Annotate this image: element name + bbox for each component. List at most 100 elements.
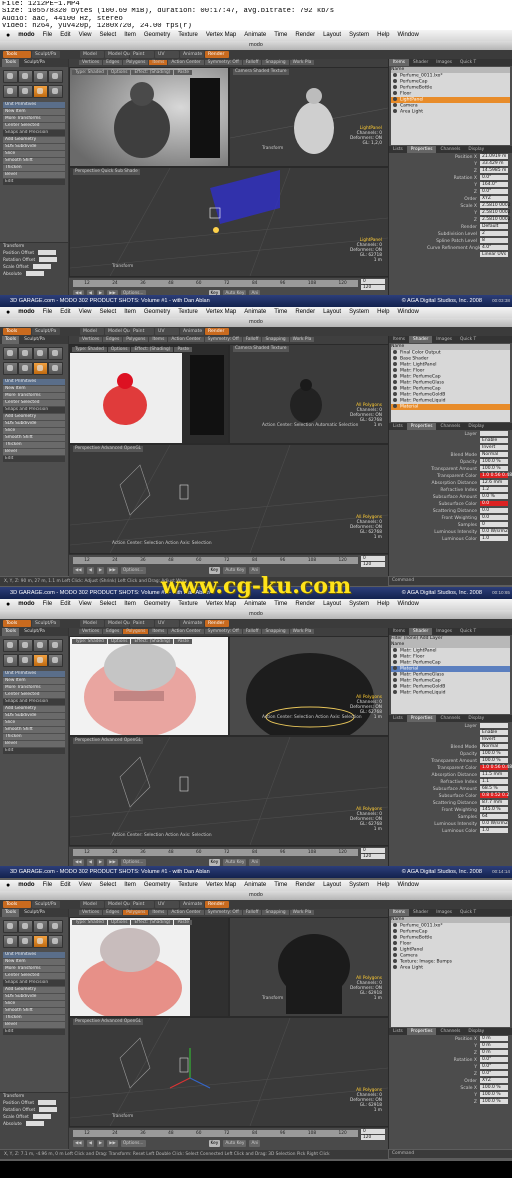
mode-tab[interactable]: Model — [80, 328, 104, 335]
menu-item[interactable]: System — [349, 30, 369, 41]
properties-tab[interactable]: Display — [464, 146, 488, 153]
menu-item[interactable]: Geometry — [144, 599, 170, 610]
primitive-tool-icon[interactable] — [18, 362, 33, 375]
visibility-eye-icon[interactable] — [393, 941, 397, 945]
visibility-eye-icon[interactable] — [393, 678, 397, 682]
mode-tab[interactable]: Model Quad — [105, 901, 136, 908]
menu-item[interactable]: Time — [274, 599, 287, 610]
menu-item[interactable]: Help — [377, 599, 389, 610]
visibility-eye-icon[interactable] — [393, 398, 397, 402]
option-dropdown[interactable]: Work Pla — [289, 337, 315, 342]
menu-item[interactable]: Texture — [178, 30, 198, 41]
visibility-eye-icon[interactable] — [393, 368, 397, 372]
tool-button[interactable]: Thicken — [3, 442, 65, 448]
property-value-field[interactable]: 64 — [480, 814, 508, 819]
primitive-tool-icon[interactable] — [33, 362, 48, 375]
panel-tab[interactable]: Shader — [409, 336, 433, 343]
menu-item[interactable]: Layout — [323, 307, 341, 318]
option-dropdown[interactable]: Symmetry: Off — [204, 910, 242, 915]
preview-tab[interactable]: Effect: (Shading) — [131, 347, 174, 352]
visibility-eye-icon[interactable] — [393, 380, 397, 384]
menu-item[interactable]: View — [79, 599, 92, 610]
mode-tab[interactable]: Paint — [130, 620, 154, 627]
preview-tab[interactable]: Type: Shaded — [72, 70, 107, 75]
properties-tab[interactable]: Channels — [436, 146, 464, 153]
menu-item[interactable]: Render — [295, 307, 315, 318]
visibility-eye-icon[interactable] — [393, 103, 397, 107]
visibility-eye-icon[interactable] — [393, 959, 397, 963]
toolbar-tab[interactable]: Sculpt/Pa — [32, 901, 60, 908]
property-value-field[interactable]: Normal — [480, 744, 508, 749]
tool-button[interactable]: Bevel — [3, 741, 65, 747]
tool-button[interactable]: Add Geometry — [3, 987, 65, 993]
selection-mode-button[interactable]: Polygons — [123, 910, 149, 915]
properties-tab[interactable]: Channels — [436, 715, 464, 722]
option-dropdown[interactable]: Falloff — [242, 910, 262, 915]
tool-button[interactable]: Snaps and Precision — [3, 980, 65, 986]
mode-tab[interactable]: Model — [80, 901, 104, 908]
tool-button[interactable]: Thicken — [3, 165, 65, 171]
property-value-field[interactable]: 2 — [480, 231, 508, 236]
option-dropdown[interactable]: Action Center — [168, 629, 204, 634]
menu-item[interactable]: Item — [124, 880, 136, 891]
tool-button[interactable]: New Item — [3, 386, 65, 392]
timeline-track[interactable]: 12 24 36 48 60 72 84 96 108 120 — [73, 1130, 358, 1137]
tool-button[interactable]: Edit — [3, 748, 65, 754]
property-value-field[interactable]: 0.0° — [480, 175, 508, 180]
menu-item[interactable]: Window — [397, 599, 418, 610]
playback-button-icon[interactable]: ◀◀ — [73, 1139, 84, 1147]
visibility-eye-icon[interactable] — [393, 654, 397, 658]
property-value-field[interactable]: 0.0 % — [480, 494, 508, 499]
primitive-tool-icon[interactable] — [3, 654, 18, 667]
option-dropdown[interactable]: Work Pla — [289, 629, 315, 634]
property-value-field[interactable] — [480, 723, 508, 728]
preview-tab[interactable]: Type: Shaded — [72, 920, 107, 925]
mode-tab[interactable]: Paint — [130, 51, 154, 58]
preview-tab[interactable]: Effect: (Shading) — [131, 920, 174, 925]
tool-tab[interactable]: Tools — [2, 59, 20, 67]
render-preview-viewport[interactable]: Type: Shaded Options Effect: (Shading) Past… — [69, 636, 229, 736]
property-value-field[interactable]: 164.0° — [480, 182, 508, 187]
playback-button-icon[interactable]: ◀ — [86, 858, 94, 866]
primitive-tool-icon[interactable] — [48, 70, 63, 83]
property-value-field[interactable]: 0.0 — [480, 501, 508, 506]
mode-tab[interactable]: Animate — [180, 51, 204, 58]
option-dropdown[interactable]: Work Pla — [289, 910, 315, 915]
property-value-field[interactable]: 1.1 — [480, 779, 508, 784]
property-value-field[interactable]: 100.0 % — [480, 758, 508, 763]
subpanel-value-field[interactable] — [32, 1114, 51, 1119]
property-value-field[interactable]: Normal — [480, 452, 508, 457]
property-value-field[interactable]: Enable — [480, 730, 508, 735]
preview-tab[interactable]: Effect: (Shading) — [131, 70, 174, 75]
property-value-field[interactable]: 0.8 0.52 0.2 — [480, 793, 509, 798]
tool-button[interactable]: Snaps and Precision — [3, 130, 65, 136]
properties-tab[interactable]: Channels — [436, 1028, 464, 1035]
panel-tab[interactable]: Images — [432, 628, 456, 635]
property-value-field[interactable]: 0.0 W/srm2 — [480, 821, 508, 826]
tool-button[interactable]: Bevel — [3, 172, 65, 178]
selection-mode-button[interactable]: Vertices — [79, 60, 103, 65]
panel-tab[interactable]: Images — [432, 909, 456, 916]
visibility-eye-icon[interactable] — [393, 73, 397, 77]
menu-item[interactable]: Render — [295, 599, 315, 610]
visibility-eye-icon[interactable] — [393, 85, 397, 89]
menu-item[interactable]: Layout — [323, 599, 341, 610]
menu-item[interactable]: Time — [274, 307, 287, 318]
menu-item[interactable]: Texture — [178, 880, 198, 891]
tool-button[interactable]: Add Geometry — [3, 414, 65, 420]
tool-button[interactable]: More Transforms — [3, 966, 65, 972]
tool-tab[interactable]: Tools — [2, 628, 20, 636]
option-dropdown[interactable]: Falloff — [242, 60, 262, 65]
menu-item[interactable]: Layout — [323, 30, 341, 41]
menu-item[interactable]: Help — [377, 30, 389, 41]
panel-tab[interactable]: Quick T — [456, 336, 480, 343]
property-value-field[interactable]: Linear UVs — [480, 252, 508, 257]
tool-button[interactable]: Add Geometry — [3, 706, 65, 712]
properties-tab[interactable]: Properties — [406, 715, 437, 722]
menu-item[interactable]: Help — [377, 880, 389, 891]
property-value-field[interactable]: Default — [480, 224, 508, 229]
render-preview-viewport[interactable]: Type: Shaded Options Effect: (Shading) Past… — [69, 917, 229, 1017]
timeline-range-value[interactable]: 0 — [361, 1129, 385, 1134]
timeline-button[interactable]: Ani — [249, 1139, 261, 1147]
tree-row[interactable]: Area Light — [391, 965, 510, 971]
